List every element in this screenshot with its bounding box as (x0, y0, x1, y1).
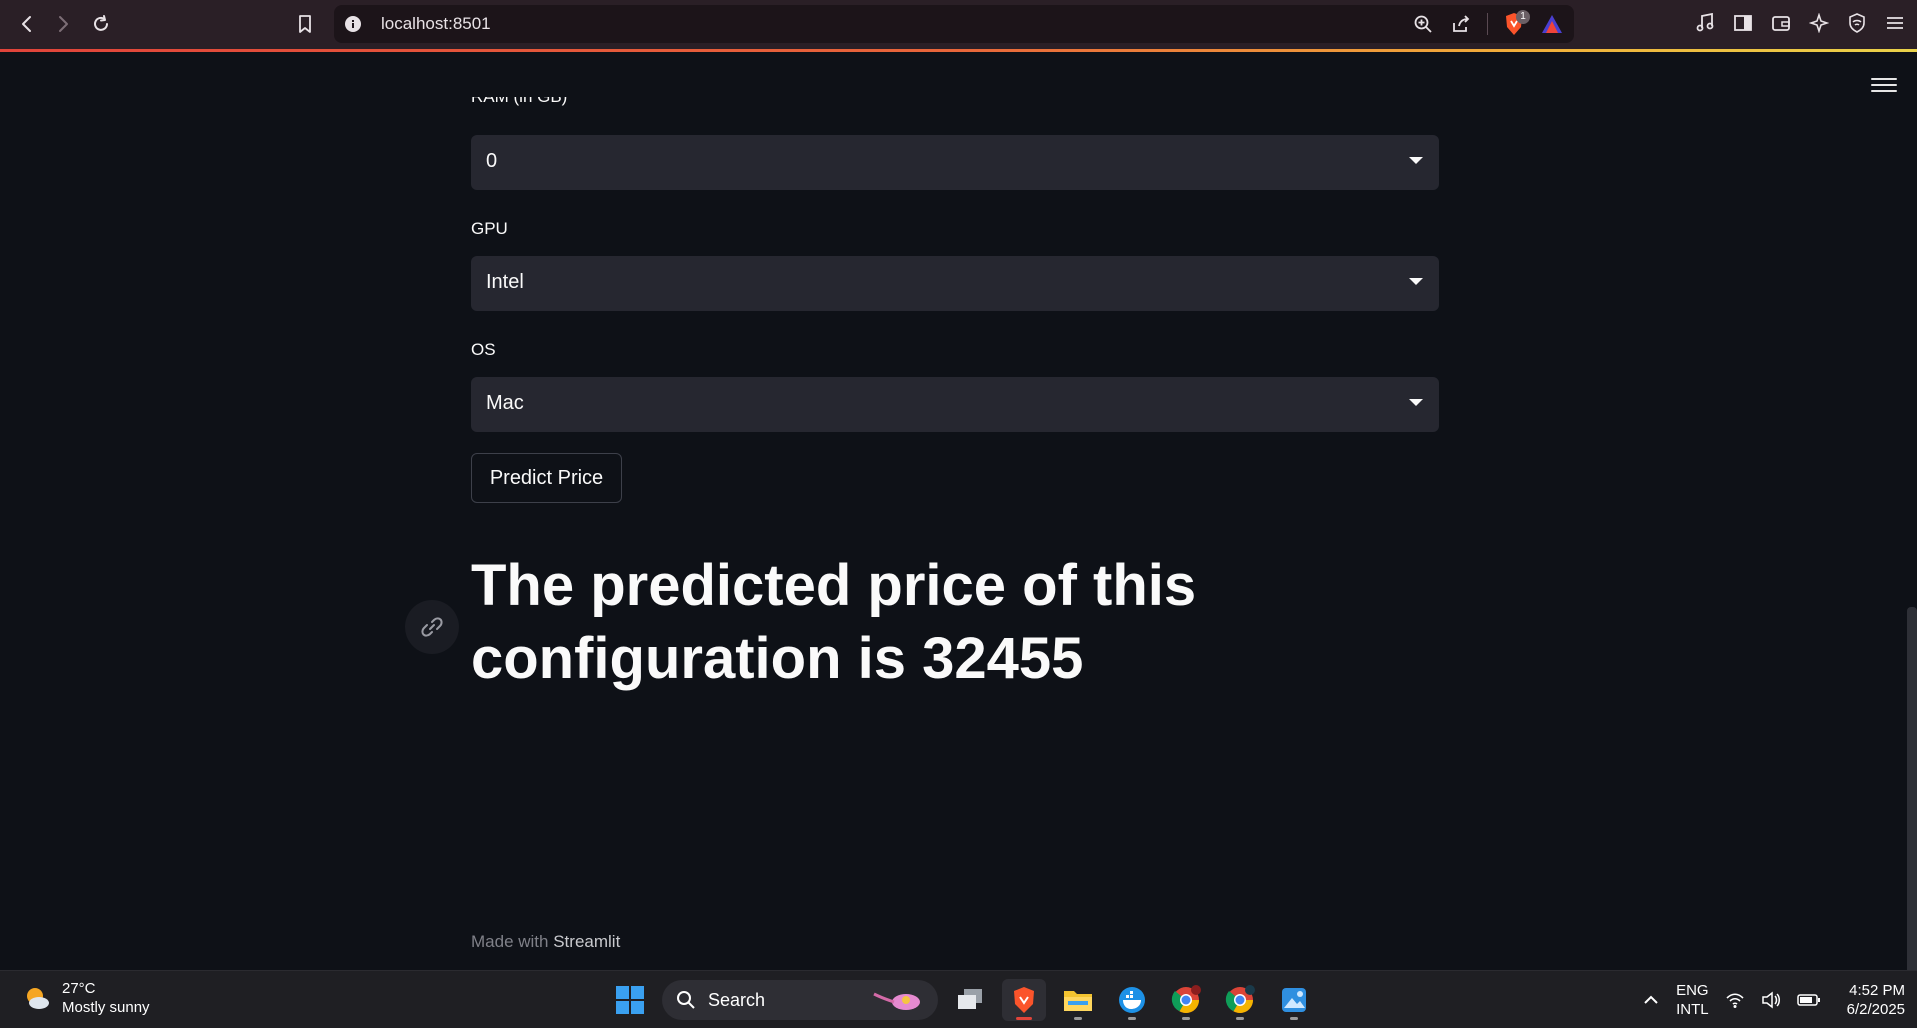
predict-price-button[interactable]: Predict Price (471, 453, 622, 503)
footer: Made with Streamlit (471, 932, 620, 952)
os-field-label: OS (471, 340, 496, 359)
bookmark-icon (299, 15, 311, 33)
vpn-shield-icon[interactable] (1845, 11, 1869, 35)
reload-icon (94, 15, 108, 31)
windows-taskbar: 27°C Mostly sunny Search ENG INTL 4:52 P… (0, 970, 1917, 1028)
sun-cloud-icon (27, 988, 49, 1009)
ssd-select[interactable]: 0 (471, 135, 1439, 190)
taskbar-chrome-profile-2[interactable] (1218, 979, 1262, 1021)
photos-icon (1282, 988, 1306, 1012)
browser-menu-icon[interactable] (1883, 11, 1907, 35)
address-bar[interactable]: localhost:8501 1 (334, 5, 1574, 43)
chrome-icon (1171, 985, 1201, 1014)
wallet-icon[interactable] (1769, 11, 1793, 35)
bookmark-button[interactable] (292, 11, 318, 37)
flower-highlight-icon (873, 992, 920, 1010)
reload-button[interactable] (88, 11, 114, 37)
weather-description: Mostly sunny (62, 999, 150, 1016)
share-icon[interactable] (1449, 12, 1473, 36)
streamlit-link[interactable]: Streamlit (553, 932, 620, 951)
volume-icon[interactable] (1761, 991, 1781, 1009)
brave-browser-icon (1014, 987, 1034, 1013)
shield-count-badge: 1 (1516, 10, 1530, 24)
battery-icon[interactable] (1796, 991, 1821, 1009)
browser-toolbar: localhost:8501 1 (0, 0, 1917, 52)
chevron-down-icon (1409, 399, 1423, 406)
folder-icon (1064, 991, 1092, 1011)
gpu-field-label: GPU (471, 219, 508, 238)
ssd-select-value: 0 (486, 150, 498, 172)
site-info-icon[interactable] (344, 15, 362, 33)
os-select[interactable]: Mac (471, 377, 1439, 432)
footer-prefix: Made with (471, 932, 549, 951)
forward-button[interactable] (50, 11, 76, 37)
weather-widget[interactable]: 27°C Mostly sunny (22, 979, 150, 1017)
taskbar-brave[interactable] (1002, 979, 1046, 1021)
clock-date: 6/2/2025 (1846, 1001, 1905, 1018)
prediction-result-heading: The predicted price of this configuratio… (471, 553, 1197, 691)
brave-rewards-icon[interactable] (1540, 12, 1564, 36)
zoom-icon[interactable] (1411, 12, 1435, 36)
leo-ai-icon[interactable] (1807, 11, 1831, 35)
start-button[interactable] (608, 979, 652, 1021)
clock-time: 4:52 PM (1849, 982, 1905, 999)
url-text[interactable]: localhost:8501 (381, 14, 491, 34)
streamlit-app: RAM (in GB) 0 GPU Intel OS Mac Predict P… (0, 52, 1917, 1022)
heading-anchor-link[interactable] (405, 600, 459, 654)
taskbar-docker[interactable] (1110, 979, 1154, 1021)
brave-shields-icon[interactable]: 1 (1502, 10, 1530, 36)
weather-temperature: 27°C (62, 980, 96, 997)
taskbar-file-explorer[interactable] (1056, 979, 1100, 1021)
sidebar-icon[interactable] (1731, 11, 1755, 35)
back-button[interactable] (14, 11, 40, 37)
taskbar-search[interactable]: Search (662, 980, 938, 1020)
taskbar-photos[interactable] (1272, 979, 1316, 1021)
os-select-value: Mac (486, 392, 524, 414)
back-arrow-icon (22, 16, 31, 32)
gpu-select[interactable]: Intel (471, 256, 1439, 311)
divider (1487, 13, 1488, 35)
system-tray: ENG INTL 4:52 PM 6/2/2025 (1642, 981, 1905, 1019)
keyboard-layout: INTL (1676, 1001, 1709, 1018)
link-icon (421, 617, 443, 637)
windows-logo-icon (616, 986, 644, 1014)
wifi-icon[interactable] (1725, 991, 1745, 1009)
app-main-menu-icon[interactable] (1871, 74, 1897, 96)
show-hidden-icons-chevron-icon[interactable] (1642, 991, 1660, 1009)
clock[interactable]: 4:52 PM 6/2/2025 (1847, 981, 1905, 1019)
language-code: ENG (1676, 982, 1709, 999)
docker-whale-icon (1119, 987, 1145, 1013)
forward-arrow-icon (59, 16, 68, 32)
chevron-down-icon (1409, 278, 1423, 285)
chrome-icon (1225, 985, 1255, 1014)
gpu-select-value: Intel (486, 271, 524, 293)
task-view-icon (958, 989, 982, 1009)
language-indicator[interactable]: ENG INTL (1676, 981, 1709, 1019)
scrollbar[interactable] (1907, 607, 1917, 1022)
search-icon (677, 991, 695, 1009)
music-note-icon[interactable] (1693, 11, 1717, 35)
search-label: Search (708, 990, 766, 1010)
taskbar-chrome-profile-1[interactable] (1164, 979, 1208, 1021)
ssd-field-label: RAM (in GB) (471, 97, 567, 107)
chevron-down-icon (1409, 157, 1423, 164)
task-view-button[interactable] (948, 979, 992, 1021)
